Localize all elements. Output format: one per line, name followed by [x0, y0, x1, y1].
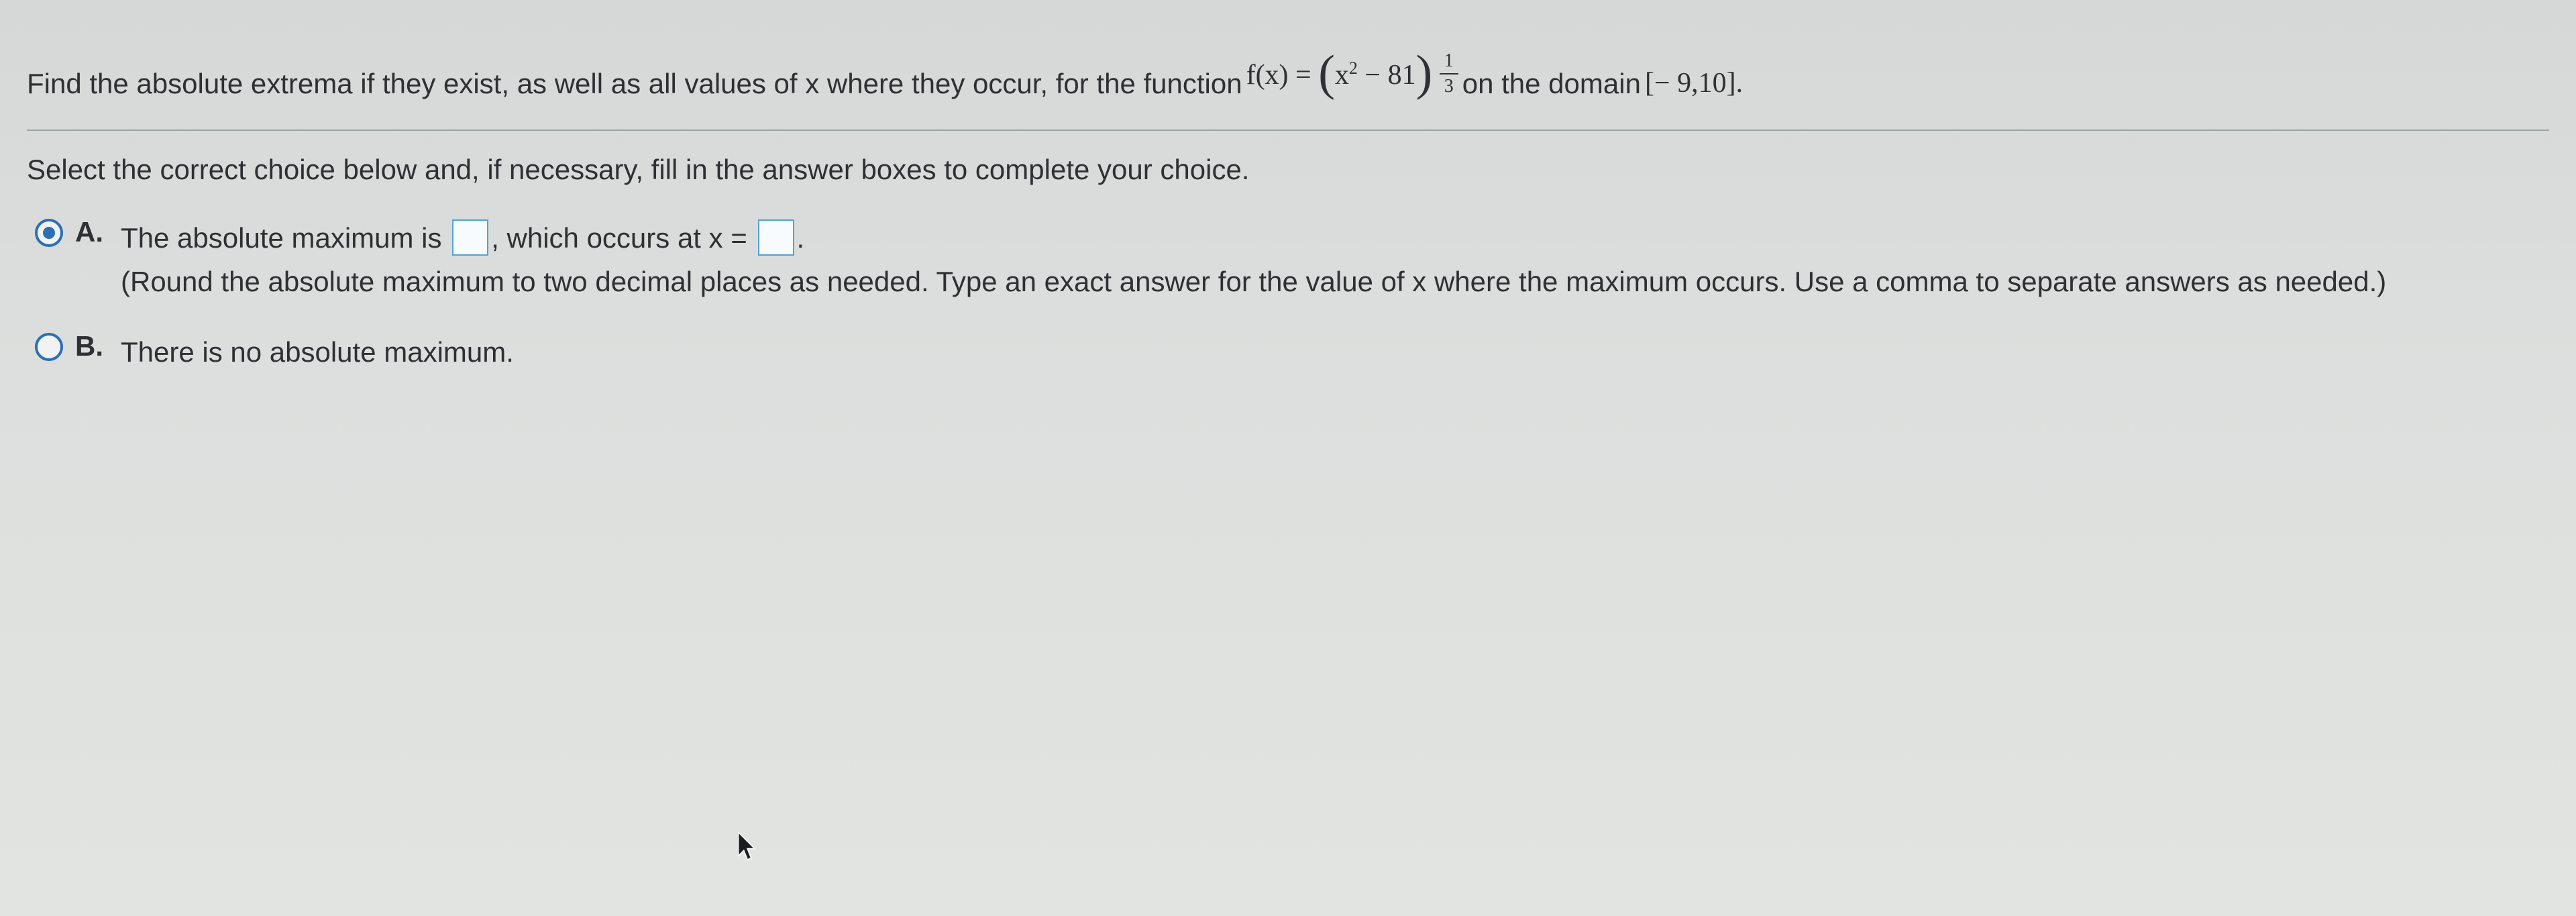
- choice-a-body: The absolute maximum is , which occurs a…: [121, 216, 2386, 303]
- choice-a-row[interactable]: A. The absolute maximum is , which occur…: [35, 216, 2549, 303]
- choice-b-row[interactable]: B. There is no absolute maximum.: [35, 330, 2549, 374]
- instruction-text: Select the correct choice below and, if …: [27, 147, 2549, 192]
- domain-text: [− 9,10].: [1645, 62, 1743, 105]
- choices-group: A. The absolute maximum is , which occur…: [27, 216, 2549, 374]
- abs-max-value-input[interactable]: [452, 219, 488, 256]
- prompt-part1: Find the absolute extrema if they exist,…: [27, 62, 1242, 105]
- choice-a-label: A.: [75, 216, 106, 248]
- choice-b-text: There is no absolute maximum.: [121, 336, 514, 368]
- choice-a-text1: The absolute maximum is: [121, 222, 449, 254]
- choice-b-label: B.: [75, 330, 106, 362]
- choice-b-body: There is no absolute maximum.: [121, 330, 514, 374]
- cursor-icon: [738, 832, 761, 862]
- inner-expr: x2 − 81: [1335, 60, 1416, 91]
- radio-b[interactable]: [35, 333, 63, 361]
- function-expression: f(x) = (x2 − 81) 1 3: [1246, 54, 1458, 113]
- prompt-part2: on the domain: [1462, 62, 1641, 105]
- abs-max-x-input[interactable]: [758, 219, 794, 256]
- choice-a-text2: , which occurs at x =: [491, 222, 755, 254]
- exponent-fraction: 1 3: [1440, 52, 1458, 96]
- divider-line: [27, 130, 2549, 131]
- exp-den: 3: [1444, 77, 1454, 96]
- choice-a-period: .: [797, 222, 805, 254]
- rparen: ): [1416, 61, 1433, 86]
- question-panel: Find the absolute extrema if they exist,…: [0, 0, 2576, 427]
- lparen: (: [1318, 61, 1335, 86]
- fx-prefix: f(x) =: [1246, 60, 1319, 91]
- choice-a-hint: (Round the absolute maximum to two decim…: [121, 266, 2386, 297]
- exp-num: 1: [1444, 52, 1454, 70]
- question-text: Find the absolute extrema if they exist,…: [27, 54, 2549, 113]
- frac-bar: [1440, 73, 1458, 74]
- radio-a[interactable]: [35, 219, 63, 247]
- radio-a-dot: [43, 227, 55, 239]
